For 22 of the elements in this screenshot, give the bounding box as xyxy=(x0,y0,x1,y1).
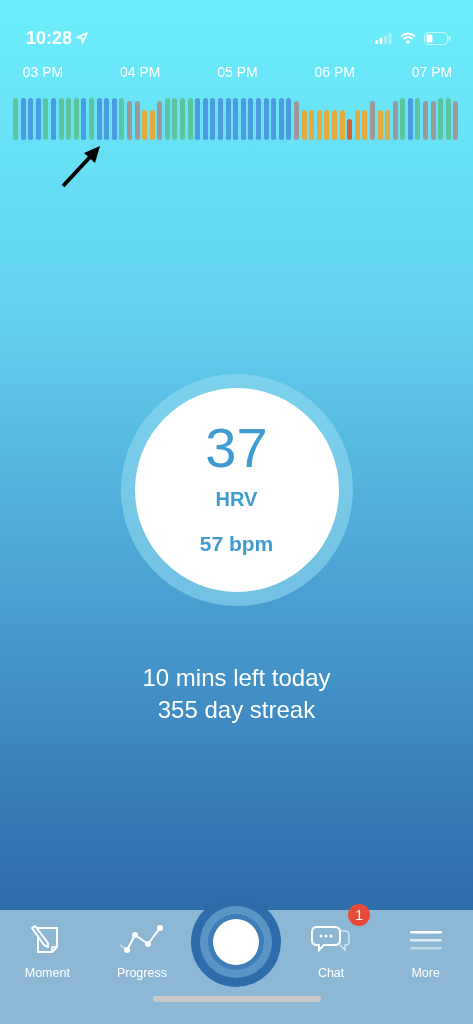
hour-label: 06 PM xyxy=(313,63,356,82)
hrv-label: HRV xyxy=(215,486,258,512)
hour-label: 05 PM xyxy=(216,63,259,82)
battery-icon xyxy=(424,31,451,45)
summary-text: 355 day streak xyxy=(157,695,316,725)
nav-more-tab[interactable]: More xyxy=(409,924,442,983)
wifi-icon xyxy=(400,32,416,44)
nav-progress-tab[interactable]: Progress xyxy=(116,924,167,983)
hrv-score: 37 xyxy=(205,419,268,476)
status-time: 10:28 xyxy=(26,26,73,50)
summary-text: 10 mins left today xyxy=(142,662,331,693)
hour-label: 03 PM xyxy=(21,63,65,82)
notification-badge: 1 xyxy=(348,904,371,926)
nav-chat-tab[interactable]: Chat xyxy=(311,924,352,983)
hour-label: 04 PM xyxy=(119,63,162,82)
hour-label: 07 PM xyxy=(410,63,454,82)
heart-rate: 57 bpm xyxy=(199,530,274,557)
line-chart-icon xyxy=(118,924,165,956)
nav-moment-tab[interactable]: Moment xyxy=(24,924,70,983)
location-arrow-icon xyxy=(76,32,89,44)
arrow-icon xyxy=(60,144,102,188)
signal-icon xyxy=(375,32,392,44)
